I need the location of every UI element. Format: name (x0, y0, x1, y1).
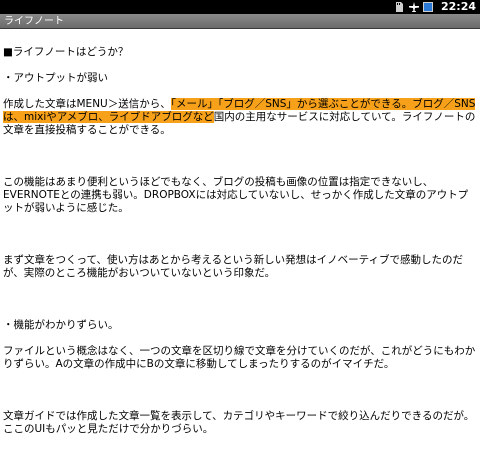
airplane-mode-icon (408, 2, 419, 12)
status-icons: 22:24 (395, 0, 480, 14)
note-point-output: ・アウトプットが弱い (3, 72, 108, 84)
note-paragraph: 作成した文章はMENU＞送信から、「メール」「ブログ／SNS」から選ぶことができ… (3, 98, 477, 137)
note-paragraph: まず文章をつくって、使い方はあとから考えるという新しい発想はイノベーティブで感動… (3, 254, 464, 279)
note-paragraph: ファイルという概念はなく、一つの文章を区切り線で文章を分けていくのだが、これがど… (3, 345, 476, 370)
app-title: ライフノート (4, 16, 64, 27)
note-paragraph: 文章ガイドでは作成した文章一覧を表示して、カテゴリやキーワードで絞り込んだりでき… (3, 410, 475, 435)
clock: 22:24 (440, 0, 476, 13)
sd-card-icon (395, 2, 405, 12)
status-bar: 22:24 (0, 0, 480, 14)
battery-icon (422, 2, 433, 12)
note-point-features: ・機能がわかりずらい。 (3, 319, 119, 331)
note-text: 作成した文章はMENU＞送信から、 (3, 98, 171, 110)
note-heading: ■ライフノートはどうか？ (3, 46, 129, 58)
note-paragraph: この機能はあまり便利というほどでもなく、ブログの投稿も画像の位置は指定できないし… (3, 176, 469, 214)
title-bar: ライフノート (0, 14, 480, 29)
note-content[interactable]: ■ライフノートはどうか？ ・アウトプットが弱い 作成した文章はMENU＞送信から… (3, 33, 477, 449)
